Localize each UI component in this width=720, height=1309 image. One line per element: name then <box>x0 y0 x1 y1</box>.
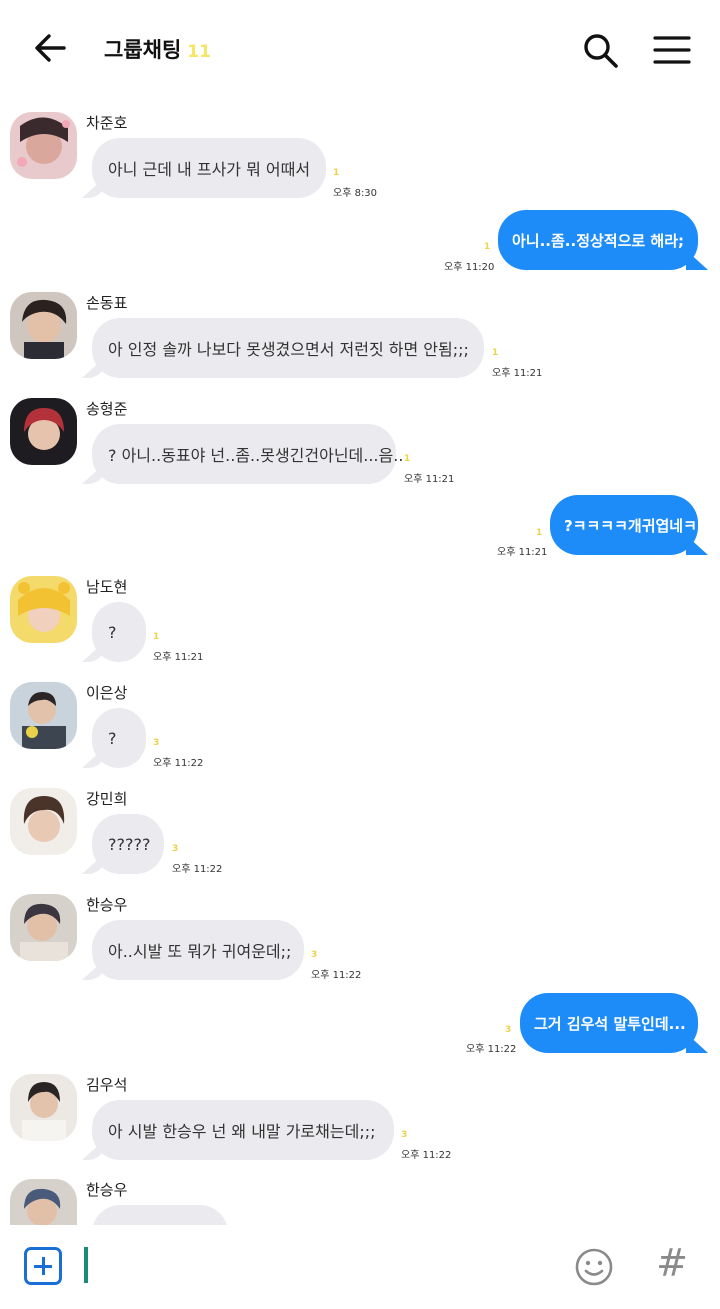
search-icon[interactable] <box>580 30 620 70</box>
avatar[interactable] <box>10 1074 77 1141</box>
member-count: 11 <box>187 42 211 62</box>
unread-count: 1 <box>404 454 411 464</box>
message-time: 오후 11:21 <box>492 368 543 379</box>
incoming-message: 한승우 아..시발 또 뭐가 귀여운데;; 3 오후 11:22 <box>0 892 720 992</box>
message-bubble[interactable]: ? 아니..동표야 넌..좀..못생긴건아닌데...음.. <box>92 424 403 484</box>
sender-name: 김우석 <box>86 1076 128 1094</box>
incoming-message: 차준호 아니 근데 내 프사가 뭐 어때서 1 오후 8:30 <box>0 110 720 210</box>
hash-icon[interactable]: # <box>650 1241 694 1289</box>
unread-count: 1 <box>484 242 491 252</box>
message-time: 오후 11:21 <box>153 652 204 663</box>
unread-count: 1 <box>492 348 499 358</box>
message-input-cursor[interactable] <box>84 1247 88 1283</box>
message-bubble[interactable]: 아 인정 솔까 나보다 못생겼으면서 저런짓 하면 안됨;;; <box>92 318 484 378</box>
message-time: 오후 8:30 <box>333 188 378 199</box>
chat-message-list[interactable]: 차준호 아니 근데 내 프사가 뭐 어때서 1 오후 8:30 아니..좀..정… <box>0 100 720 1225</box>
message-input-bar: # <box>0 1225 720 1309</box>
avatar[interactable] <box>10 292 77 359</box>
outgoing-message-bubble[interactable]: 아니..좀..정상적으로 해라; <box>498 210 698 270</box>
avatar[interactable] <box>10 112 77 179</box>
incoming-message: 한승우 <box>0 1177 720 1225</box>
message-time: 오후 11:22 <box>401 1150 452 1161</box>
unread-count: 1 <box>153 632 160 642</box>
avatar[interactable] <box>10 398 77 465</box>
outgoing-message-bubble[interactable]: ?ㅋㅋㅋㅋ개귀엽네ㅋ <box>550 495 698 555</box>
message-time: 오후 11:22 <box>466 1044 517 1055</box>
avatar[interactable] <box>10 1179 77 1225</box>
incoming-message: 송형준 ? 아니..동표야 넌..좀..못생긴건아닌데...음.. 1 오후 1… <box>0 396 720 496</box>
unread-count: 3 <box>172 844 179 854</box>
sender-name: 남도현 <box>86 578 128 596</box>
sender-name: 송형준 <box>86 400 128 418</box>
chat-header: 그룹채팅 11 <box>0 0 720 100</box>
message-bubble[interactable]: ? <box>92 708 146 768</box>
message-time: 오후 11:21 <box>497 547 548 558</box>
message-bubble[interactable]: 아니 근데 내 프사가 뭐 어때서 <box>92 138 326 198</box>
incoming-message: 손동표 아 인정 솔까 나보다 못생겼으면서 저런짓 하면 안됨;;; 1 오후… <box>0 290 720 390</box>
unread-count: 1 <box>536 528 543 538</box>
message-bubble[interactable]: 아 시발 한승우 넌 왜 내말 가로채는데;;; <box>92 1100 394 1160</box>
plus-square-icon[interactable] <box>24 1247 62 1285</box>
avatar[interactable] <box>10 894 77 961</box>
message-bubble[interactable]: ????? <box>92 814 164 874</box>
unread-count: 3 <box>505 1025 512 1035</box>
message-bubble[interactable]: ? <box>92 602 146 662</box>
message-time: 오후 11:22 <box>153 758 204 769</box>
chat-title-group: 그룹채팅 11 <box>104 34 211 64</box>
unread-count: 3 <box>401 1130 408 1140</box>
message-bubble[interactable] <box>92 1205 228 1225</box>
sender-name: 손동표 <box>86 294 128 312</box>
sender-name: 강민희 <box>86 790 128 808</box>
outgoing-message-bubble[interactable]: 그거 김우석 말투인데... <box>520 993 698 1053</box>
chat-title: 그룹채팅 <box>104 38 182 62</box>
sender-name: 한승우 <box>86 1181 128 1199</box>
incoming-message: 강민희 ????? 3 오후 11:22 <box>0 786 720 886</box>
unread-count: 1 <box>333 168 340 178</box>
avatar[interactable] <box>10 576 77 643</box>
sender-name: 차준호 <box>86 114 128 132</box>
back-arrow-icon[interactable] <box>30 28 70 68</box>
message-time: 오후 11:22 <box>172 864 223 875</box>
avatar[interactable] <box>10 682 77 749</box>
unread-count: 3 <box>153 738 160 748</box>
hamburger-menu-icon[interactable] <box>652 30 692 70</box>
sender-name: 이은상 <box>86 684 128 702</box>
incoming-message: 이은상 ? 3 오후 11:22 <box>0 680 720 780</box>
message-time: 오후 11:20 <box>444 262 495 273</box>
message-time: 오후 11:21 <box>404 474 455 485</box>
message-bubble[interactable]: 아..시발 또 뭐가 귀여운데;; <box>92 920 304 980</box>
avatar[interactable] <box>10 788 77 855</box>
incoming-message: 남도현 ? 1 오후 11:21 <box>0 574 720 674</box>
unread-count: 3 <box>311 950 318 960</box>
smiley-icon[interactable] <box>574 1247 614 1287</box>
sender-name: 한승우 <box>86 896 128 914</box>
incoming-message: 김우석 아 시발 한승우 넌 왜 내말 가로채는데;;; 3 오후 11:22 <box>0 1072 720 1172</box>
message-time: 오후 11:22 <box>311 970 362 981</box>
